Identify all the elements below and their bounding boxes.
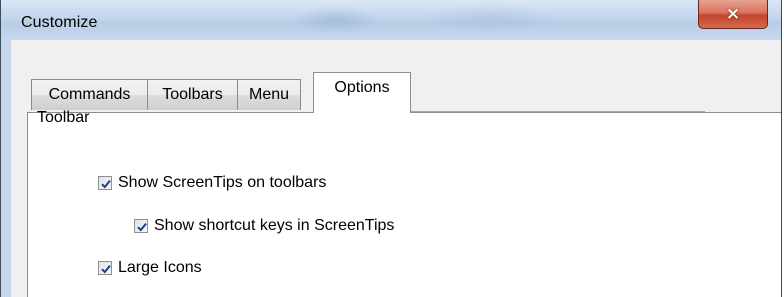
tab-label: Options — [334, 79, 390, 96]
tab-strip: Commands Toolbars Menu Options — [11, 40, 781, 113]
title-bar[interactable]: Customize × — [1, 0, 781, 40]
checkmark-icon — [101, 264, 111, 274]
show-shortcut-keys-option[interactable]: Show shortcut keys in ScreenTips — [134, 215, 394, 237]
large-icons-option[interactable]: Large Icons — [98, 257, 202, 279]
tab-toolbars[interactable]: Toolbars — [147, 79, 238, 110]
show-shortcut-keys-checkbox[interactable] — [134, 219, 148, 233]
toolbar-group-label: Toolbar — [37, 109, 90, 126]
title-bar-glare — [421, 4, 561, 34]
checkmark-icon — [101, 179, 111, 189]
large-icons-label: Large Icons — [118, 259, 202, 276]
customize-dialog: Customize × Commands Toolbars Menu Optio… — [0, 0, 782, 297]
title-bar-glare — [291, 6, 381, 34]
tab-options[interactable]: Options — [313, 72, 411, 113]
tab-label: Menu — [248, 86, 290, 103]
close-button[interactable]: × — [698, 0, 768, 29]
show-screentips-label: Show ScreenTips on toolbars — [118, 174, 327, 191]
tab-label: Toolbars — [162, 86, 223, 103]
tab-menu[interactable]: Menu — [237, 79, 301, 110]
window-title: Customize — [21, 14, 98, 31]
checkmark-icon — [137, 222, 147, 232]
show-screentips-option[interactable]: Show ScreenTips on toolbars — [98, 172, 326, 194]
large-icons-checkbox[interactable] — [98, 261, 112, 275]
show-shortcut-keys-label: Show shortcut keys in ScreenTips — [154, 217, 395, 234]
group-divider — [371, 111, 705, 112]
show-screentips-checkbox[interactable] — [98, 176, 112, 190]
tab-label: Commands — [48, 86, 131, 103]
close-icon: × — [725, 3, 741, 24]
tab-commands[interactable]: Commands — [31, 79, 148, 110]
